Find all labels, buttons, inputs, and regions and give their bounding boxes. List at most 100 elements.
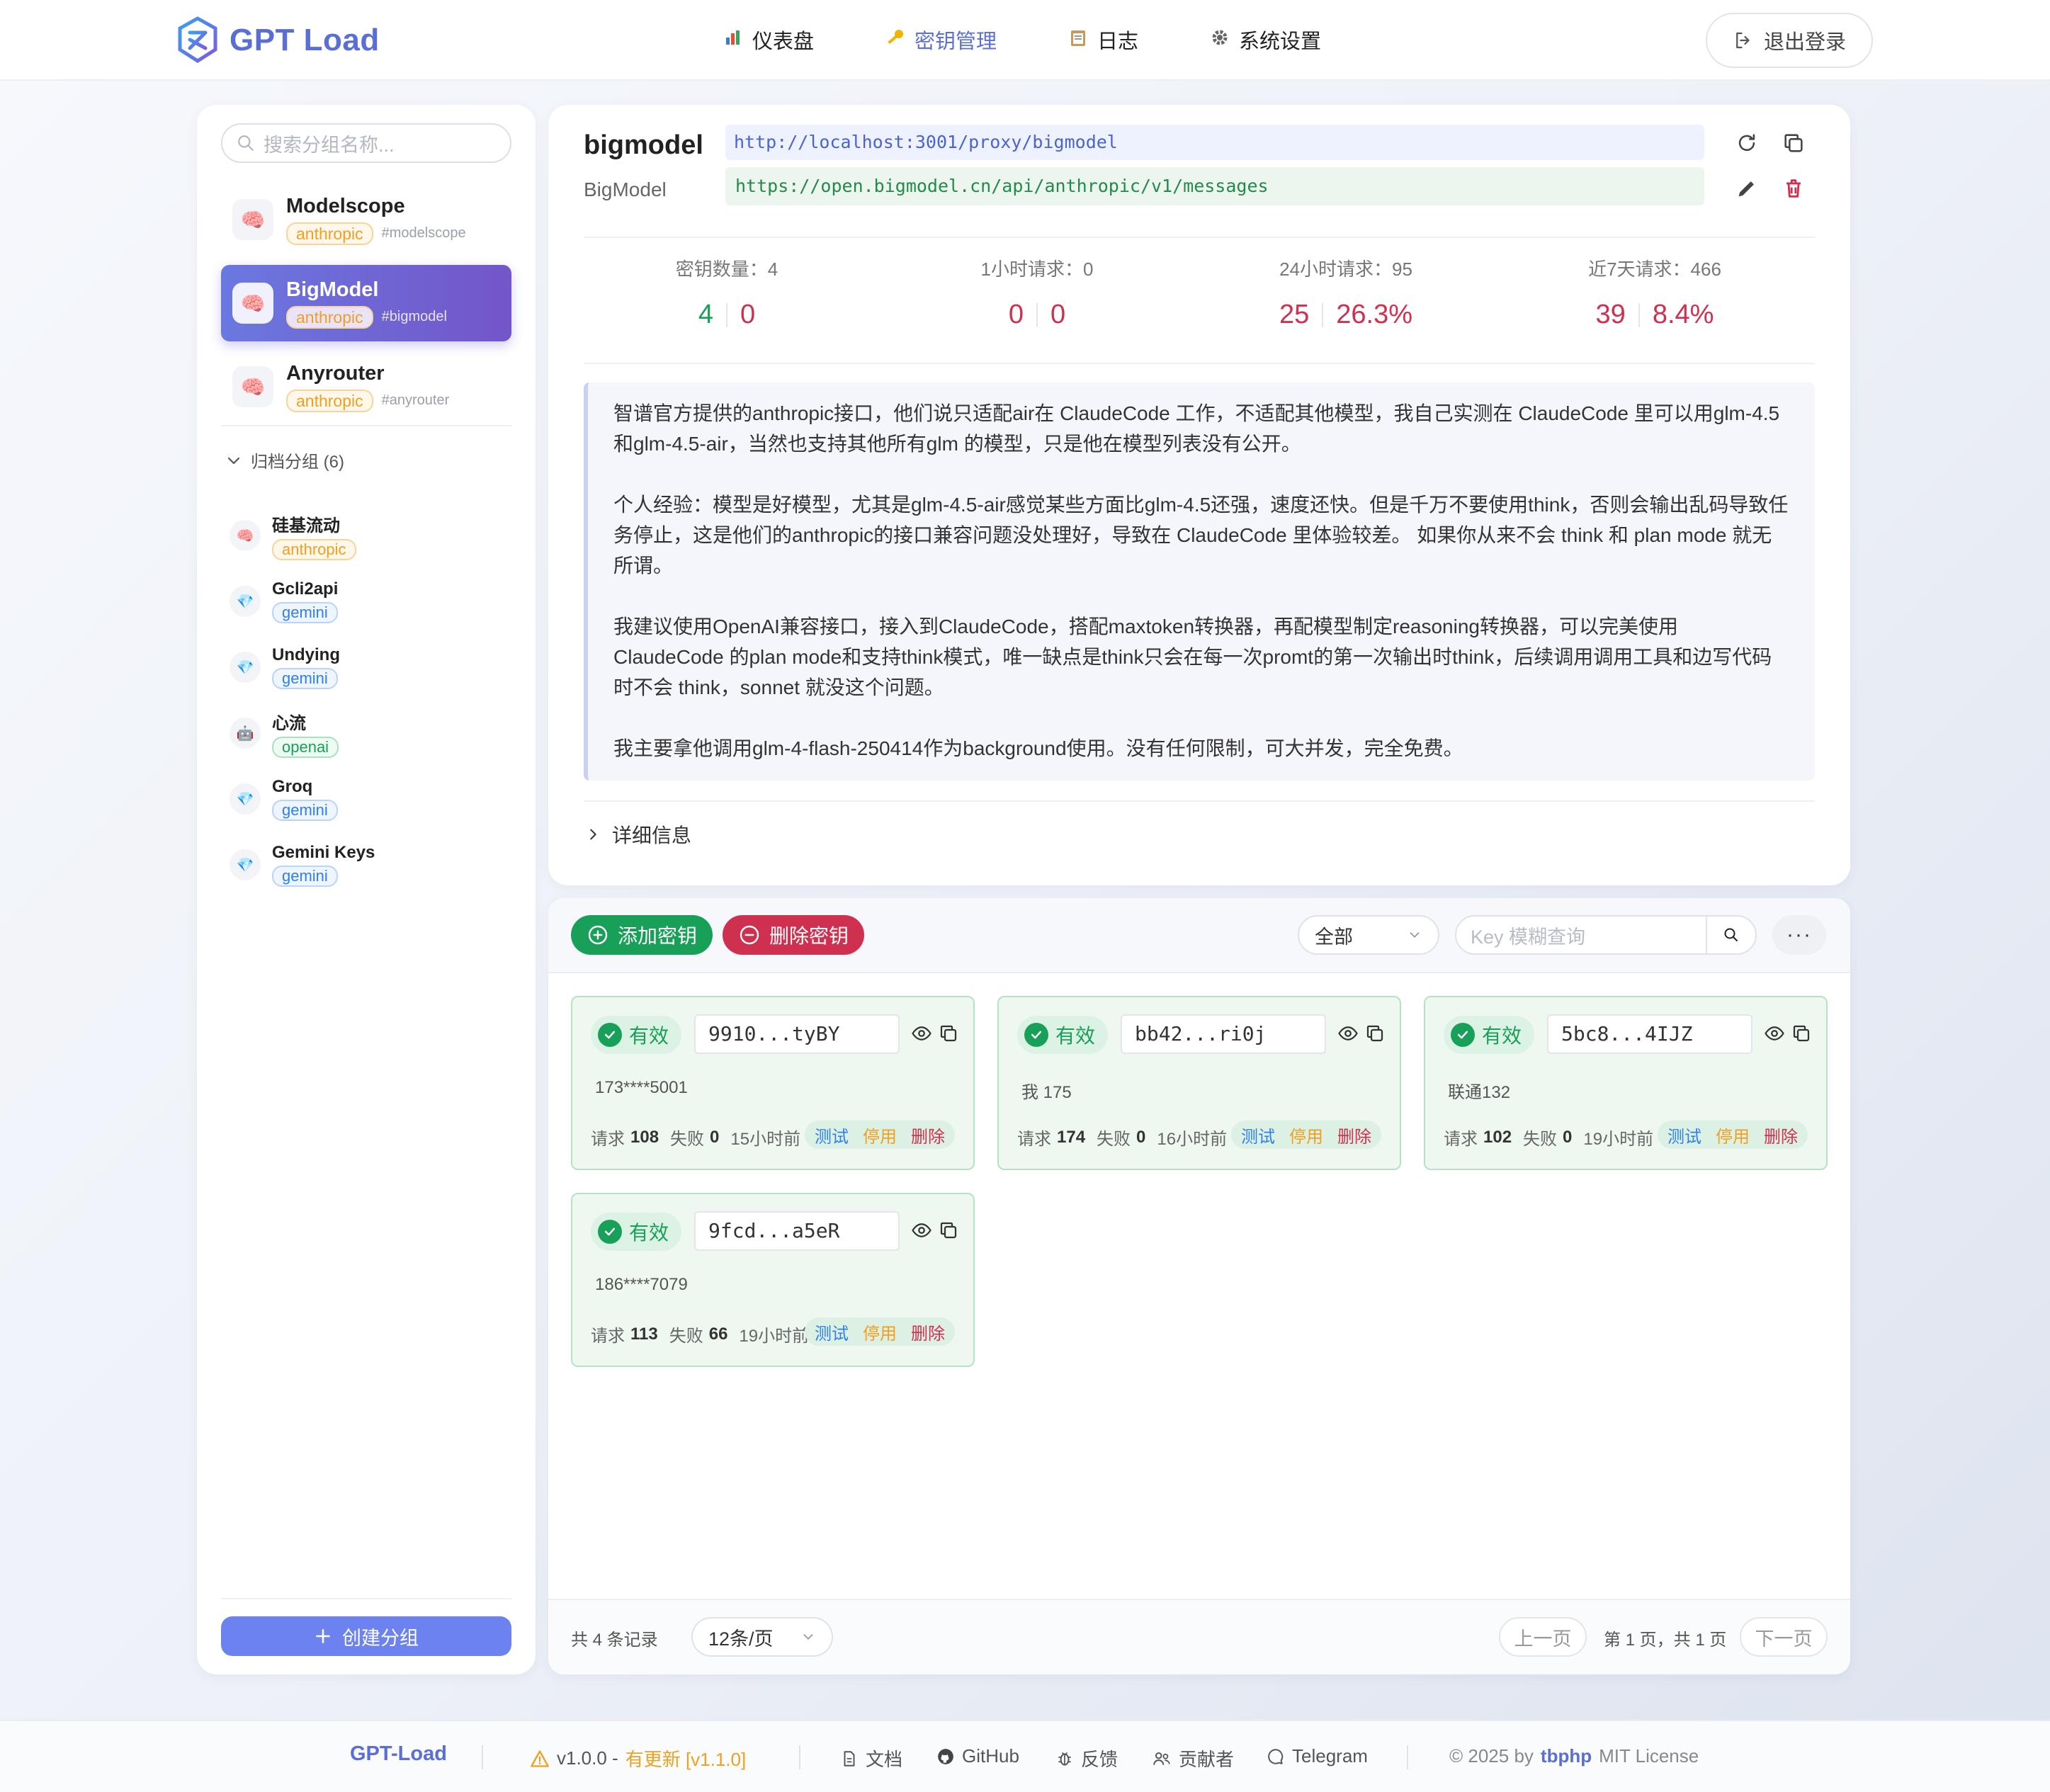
group-name: Gemini Keys bbox=[272, 843, 375, 862]
author-link[interactable]: tbphp bbox=[1541, 1745, 1592, 1767]
archived-group-item[interactable]: 💎 Gemini Keys gemini bbox=[230, 835, 506, 895]
plus-icon bbox=[316, 1629, 330, 1643]
gem-icon: 💎 bbox=[230, 783, 261, 815]
stat-label: 近7天请求：466 bbox=[1588, 259, 1721, 280]
delete-key-action[interactable]: 删除 bbox=[911, 1320, 945, 1344]
delete-icon[interactable] bbox=[1778, 173, 1809, 204]
delete-key-button[interactable]: 删除密钥 bbox=[723, 915, 864, 955]
key-actions: 测试 停用 删除 bbox=[805, 1121, 955, 1149]
github-link[interactable]: GitHub bbox=[936, 1745, 1019, 1767]
next-page-button[interactable]: 下一页 bbox=[1740, 1617, 1828, 1657]
update-text: 有更新 [v1.1.0] bbox=[625, 1749, 747, 1770]
more-menu-button[interactable]: ··· bbox=[1772, 915, 1826, 955]
key-value[interactable]: 9910...tyBY bbox=[694, 1014, 900, 1054]
robot-icon: 🤖 bbox=[230, 718, 261, 749]
delete-key-action[interactable]: 删除 bbox=[1764, 1123, 1798, 1147]
brain-icon: 🧠 bbox=[230, 520, 261, 551]
divider bbox=[482, 1745, 483, 1769]
disable-key-button[interactable]: 停用 bbox=[1716, 1123, 1750, 1147]
add-key-button[interactable]: 添加密钥 bbox=[571, 915, 713, 955]
copy-icon[interactable] bbox=[1364, 1023, 1386, 1044]
github-icon bbox=[938, 1748, 953, 1764]
copy-icon[interactable] bbox=[938, 1220, 959, 1241]
key-value[interactable]: 9fcd...a5eR bbox=[694, 1211, 900, 1251]
test-key-button[interactable]: 测试 bbox=[1667, 1123, 1701, 1147]
total-records: 共 4 条记录 bbox=[571, 1631, 658, 1650]
archived-group-item[interactable]: 💎 Groq gemini bbox=[230, 769, 506, 829]
page-size-select[interactable]: 12条/页 bbox=[691, 1617, 833, 1657]
app-logo[interactable]: GPT Load bbox=[176, 14, 380, 67]
requests-count: 113 bbox=[630, 1324, 658, 1344]
logout-button[interactable]: 退出登录 bbox=[1706, 13, 1873, 68]
details-toggle[interactable]: 详细信息 bbox=[585, 820, 691, 849]
logo-icon bbox=[178, 16, 217, 63]
contributors-link[interactable]: 贡献者 bbox=[1152, 1745, 1234, 1771]
prev-page-button[interactable]: 上一页 bbox=[1499, 1617, 1587, 1657]
archived-groups-label: 归档分组 (6) bbox=[251, 453, 344, 472]
key-value[interactable]: 5bc8...4IJZ bbox=[1547, 1014, 1752, 1054]
status-filter-select[interactable]: 全部 bbox=[1298, 915, 1439, 955]
version-info[interactable]: v1.0.0 - 有更新 [v1.1.0] bbox=[530, 1745, 746, 1771]
plus-circle-icon bbox=[588, 925, 608, 945]
nav-keys[interactable]: 密钥管理 bbox=[885, 20, 997, 59]
upstream-url[interactable]: https://open.bigmodel.cn/api/anthropic/v… bbox=[725, 167, 1704, 205]
test-key-button[interactable]: 测试 bbox=[1241, 1123, 1275, 1147]
description-paragraph: 个人经验：模型是好模型，尤其是glm-4.5-air感觉某些方面比glm-4.5… bbox=[613, 494, 1789, 577]
archived-group-item[interactable]: 💎 Undying gemini bbox=[230, 637, 506, 697]
test-key-button[interactable]: 测试 bbox=[815, 1320, 849, 1344]
add-key-label: 添加密钥 bbox=[617, 925, 697, 947]
proxy-url[interactable]: http://localhost:3001/proxy/bigmodel bbox=[725, 125, 1704, 160]
group-sidebar: 搜索分组名称... 🧠 Modelscope anthropic #models… bbox=[197, 105, 536, 1674]
eye-icon[interactable] bbox=[911, 1220, 932, 1241]
gear-icon bbox=[1209, 28, 1230, 52]
status-badge: 有效 bbox=[591, 1016, 681, 1054]
copy-icon[interactable] bbox=[1791, 1023, 1812, 1044]
delete-key-label: 删除密钥 bbox=[769, 925, 849, 947]
group-item-anyrouter[interactable]: 🧠 Anyrouter anthropic #anyrouter bbox=[221, 348, 511, 425]
test-key-button[interactable]: 测试 bbox=[815, 1123, 849, 1147]
feedback-link[interactable]: 反馈 bbox=[1055, 1745, 1118, 1771]
disable-key-button[interactable]: 停用 bbox=[863, 1123, 897, 1147]
requests-label: 请求 bbox=[591, 1327, 625, 1346]
nav-settings[interactable]: 系统设置 bbox=[1209, 20, 1321, 59]
stat-value-active: 4 bbox=[698, 300, 713, 329]
archived-group-item[interactable]: 🤖 心流 openai bbox=[230, 703, 506, 763]
delete-key-action[interactable]: 删除 bbox=[1337, 1123, 1371, 1147]
key-value[interactable]: bb42...ri0j bbox=[1121, 1014, 1326, 1054]
search-button[interactable] bbox=[1706, 917, 1755, 953]
refresh-icon[interactable] bbox=[1731, 127, 1762, 159]
failures-label: 失败 bbox=[669, 1327, 703, 1346]
nav-dashboard[interactable]: 仪表盘 bbox=[723, 20, 814, 59]
feedback-label: 反馈 bbox=[1081, 1749, 1119, 1770]
archived-group-item[interactable]: 🧠 硅基流动 anthropic bbox=[230, 506, 506, 565]
copy-icon[interactable] bbox=[938, 1023, 959, 1044]
eye-icon[interactable] bbox=[1764, 1023, 1785, 1044]
channel-tag: gemini bbox=[272, 668, 338, 689]
key-card: 有效 9910...tyBY 173****5001 请求 108 失败 0 15小… bbox=[571, 996, 975, 1170]
group-item-modelscope[interactable]: 🧠 Modelscope anthropic #modelscope bbox=[221, 181, 511, 258]
disable-key-button[interactable]: 停用 bbox=[1289, 1123, 1323, 1147]
eye-icon[interactable] bbox=[1337, 1023, 1359, 1044]
disable-key-button[interactable]: 停用 bbox=[863, 1320, 897, 1344]
edit-icon[interactable] bbox=[1731, 173, 1762, 204]
docs-link[interactable]: 文档 bbox=[840, 1745, 902, 1771]
create-group-button[interactable]: 创建分组 bbox=[221, 1616, 511, 1656]
bug-icon bbox=[1058, 1752, 1071, 1766]
nav-logs[interactable]: 日志 bbox=[1068, 20, 1138, 59]
channel-tag: gemini bbox=[272, 800, 338, 821]
archived-groups-toggle[interactable]: 归档分组 (6) bbox=[225, 448, 344, 472]
github-label: GitHub bbox=[962, 1745, 1019, 1767]
archived-group-item[interactable]: 💎 Gcli2api gemini bbox=[230, 572, 506, 631]
top-nav: GPT Load 仪表盘 密钥管理 日志 系统设置 退出登录 bbox=[0, 0, 2050, 81]
stat-label: 1小时请求：0 bbox=[980, 259, 1094, 280]
key-search-input[interactable]: Key 模糊查询 bbox=[1455, 915, 1757, 955]
telegram-link[interactable]: Telegram bbox=[1267, 1745, 1368, 1767]
eye-icon[interactable] bbox=[911, 1023, 932, 1044]
copy-icon[interactable] bbox=[1778, 127, 1809, 159]
brain-icon: 🧠 bbox=[232, 199, 273, 240]
nav-dashboard-label: 仪表盘 bbox=[752, 30, 815, 53]
group-item-bigmodel[interactable]: 🧠 BigModel anthropic #bigmodel bbox=[221, 265, 511, 341]
group-search-input[interactable]: 搜索分组名称... bbox=[221, 123, 511, 163]
brain-icon: 🧠 bbox=[232, 283, 273, 324]
delete-key-action[interactable]: 删除 bbox=[911, 1123, 945, 1147]
